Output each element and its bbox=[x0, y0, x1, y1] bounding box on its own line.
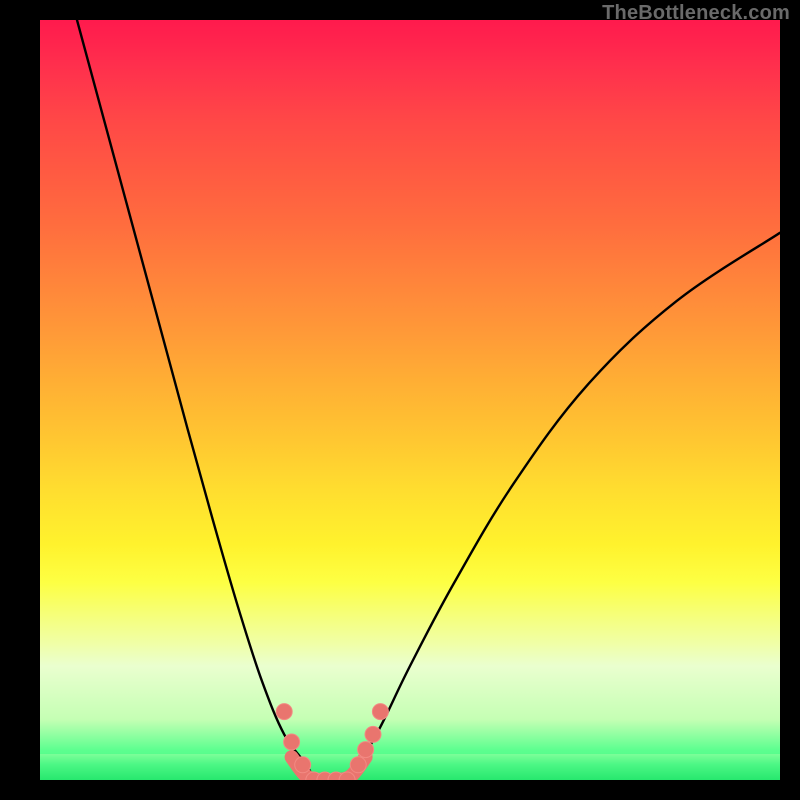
right-curve bbox=[343, 233, 780, 780]
left-curve bbox=[77, 20, 314, 780]
curves-svg bbox=[40, 20, 780, 780]
marker-point bbox=[372, 704, 388, 720]
marker-point bbox=[276, 704, 292, 720]
marker-point bbox=[350, 757, 366, 773]
marker-point bbox=[284, 734, 300, 750]
chart-frame: TheBottleneck.com bbox=[0, 0, 800, 800]
marker-point bbox=[295, 757, 311, 773]
watermark-text: TheBottleneck.com bbox=[602, 2, 790, 25]
marker-point bbox=[358, 742, 374, 758]
plot-area bbox=[40, 20, 780, 780]
marker-point bbox=[365, 726, 381, 742]
